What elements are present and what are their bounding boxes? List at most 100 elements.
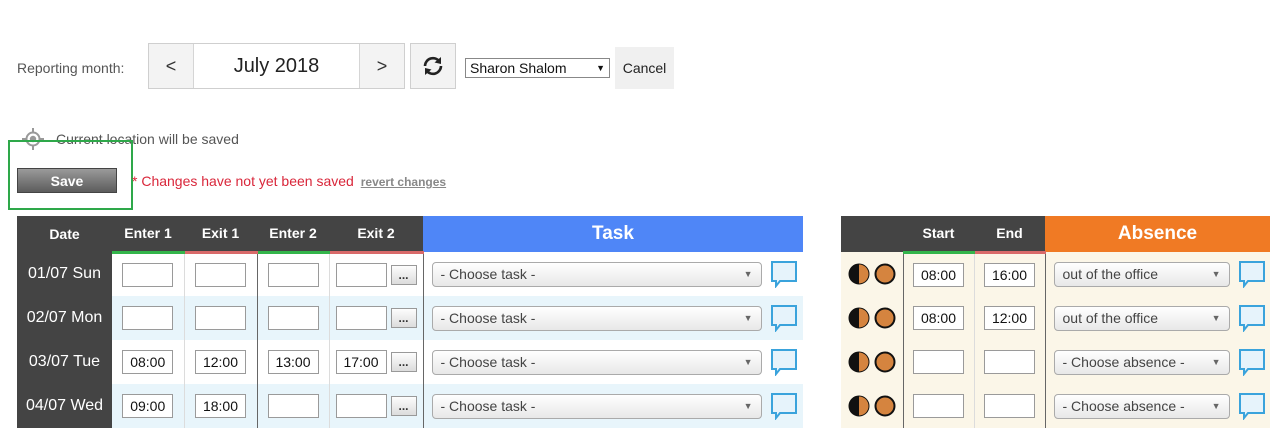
exit1-input[interactable] (195, 306, 246, 330)
half-day-icon[interactable] (848, 263, 870, 285)
unsaved-notice: * Changes have not yet been saved revert… (132, 173, 446, 189)
exit2-input[interactable] (335, 394, 387, 418)
more-button[interactable]: ... (390, 396, 417, 416)
full-day-icon[interactable] (874, 351, 896, 373)
enter1-input[interactable] (122, 306, 174, 330)
prev-month-button[interactable]: < (149, 44, 194, 88)
more-button[interactable]: ... (390, 308, 417, 328)
col-task: Task (423, 216, 803, 252)
absence-select[interactable]: out of the office ▼ (1053, 261, 1230, 287)
unsaved-text: * Changes have not yet been saved (132, 173, 354, 189)
col-date: Date (17, 216, 112, 252)
half-day-icon[interactable] (848, 395, 870, 417)
absence-start-input[interactable]: 08:00 (913, 262, 964, 287)
half-day-icon[interactable] (848, 351, 870, 373)
month-navigator: < July 2018 > (148, 43, 405, 89)
refresh-button[interactable] (410, 43, 456, 89)
comment-icon[interactable] (1238, 304, 1266, 332)
col-icons (841, 216, 903, 252)
exit2-input[interactable]: 17:00 (335, 350, 387, 374)
enter2-input[interactable] (267, 306, 319, 330)
enter1-input[interactable]: 09:00 (122, 394, 174, 418)
reporting-month-label: Reporting month: (17, 60, 125, 76)
task-select-value: - Choose task - (440, 398, 536, 414)
chevron-down-icon: ▼ (1211, 269, 1221, 279)
comment-icon[interactable] (1238, 260, 1266, 288)
comment-icon[interactable] (770, 348, 798, 376)
exit1-input[interactable]: 18:00 (195, 394, 246, 418)
task-select[interactable]: - Choose task - ▼ (431, 261, 762, 287)
chevron-down-icon: ▼ (743, 269, 753, 279)
enter2-input[interactable]: 13:00 (267, 350, 319, 374)
absence-end-input[interactable]: 12:00 (984, 306, 1035, 330)
exit2-input[interactable] (335, 262, 387, 287)
exit2-input[interactable] (335, 306, 387, 330)
chevron-down-icon: ▼ (1211, 357, 1221, 367)
table-header-row: Date Enter 1 Exit 1 Enter 2 Exit 2 Task (17, 216, 803, 254)
task-select[interactable]: - Choose task - ▼ (431, 393, 762, 419)
chevron-down-icon: ▼ (743, 313, 753, 323)
table-row: - Choose absence - ▼ (841, 340, 1270, 384)
absence-select-value: out of the office (1062, 266, 1158, 282)
col-enter2: Enter 2 (257, 216, 329, 254)
col-start: Start (903, 216, 974, 254)
comment-icon[interactable] (1238, 392, 1266, 420)
table-row: 03/07 Tue 08:00 12:00 13:00 17:00... - C… (17, 340, 803, 384)
half-day-icon[interactable] (848, 307, 870, 329)
table-row: 04/07 Wed 09:00 18:00 ... - Choose task … (17, 384, 803, 428)
enter2-input[interactable] (267, 394, 319, 418)
table-row: 02/07 Mon ... - Choose task - ▼ (17, 296, 803, 340)
absence-select[interactable]: out of the office ▼ (1053, 305, 1230, 331)
table-row: 08:00 16:00 out of the office ▼ (841, 252, 1270, 296)
full-day-icon[interactable] (874, 395, 896, 417)
absence-start-input[interactable] (913, 394, 964, 418)
chevron-down-icon: ▼ (743, 357, 753, 367)
enter2-input[interactable] (267, 262, 319, 287)
absence-select[interactable]: - Choose absence - ▼ (1053, 393, 1230, 419)
revert-changes-link[interactable]: revert changes (361, 175, 446, 189)
next-month-button[interactable]: > (359, 44, 404, 88)
col-absence: Absence (1045, 216, 1270, 252)
absence-table: Start End Absence 08:00 16:00 out of the… (841, 216, 1270, 428)
absence-select-value: out of the office (1062, 310, 1158, 326)
absence-end-input[interactable] (984, 350, 1035, 374)
col-exit2: Exit 2 (329, 216, 423, 254)
col-end: End (974, 216, 1045, 254)
task-select-value: - Choose task - (440, 310, 536, 326)
enter1-input[interactable]: 08:00 (122, 350, 174, 374)
row-date: 01/07 Sun (17, 252, 112, 296)
full-day-icon[interactable] (874, 307, 896, 329)
time-entry-table: Date Enter 1 Exit 1 Enter 2 Exit 2 Task … (17, 216, 803, 428)
exit1-input[interactable]: 12:00 (195, 350, 246, 374)
table-row: 01/07 Sun ... - Choose task - ▼ (17, 252, 803, 296)
chevron-down-icon: ▼ (1211, 401, 1221, 411)
enter1-input[interactable] (122, 262, 174, 287)
full-day-icon[interactable] (874, 263, 896, 285)
user-select-value: Sharon Shalom (470, 60, 567, 76)
cancel-button[interactable]: Cancel (615, 47, 674, 89)
row-date: 03/07 Tue (17, 340, 112, 384)
row-date: 04/07 Wed (17, 384, 112, 428)
comment-icon[interactable] (770, 260, 798, 288)
absence-start-input[interactable] (913, 350, 964, 374)
user-select[interactable]: Sharon Shalom ▼ (465, 58, 610, 78)
table-row: - Choose absence - ▼ (841, 384, 1270, 428)
comment-icon[interactable] (1238, 348, 1266, 376)
save-button[interactable]: Save (17, 168, 117, 193)
col-enter1: Enter 1 (112, 216, 184, 254)
exit1-input[interactable] (195, 262, 246, 287)
comment-icon[interactable] (770, 392, 798, 420)
absence-end-input[interactable]: 16:00 (984, 262, 1035, 287)
absence-select-value: - Choose absence - (1062, 398, 1185, 414)
more-button[interactable]: ... (390, 352, 417, 372)
absence-select[interactable]: - Choose absence - ▼ (1053, 349, 1230, 375)
task-select[interactable]: - Choose task - ▼ (431, 305, 762, 331)
current-month: July 2018 (233, 54, 320, 77)
more-button[interactable]: ... (390, 264, 417, 285)
comment-icon[interactable] (770, 304, 798, 332)
task-select-value: - Choose task - (440, 354, 536, 370)
chevron-down-icon: ▼ (596, 63, 605, 73)
absence-start-input[interactable]: 08:00 (913, 306, 964, 330)
absence-end-input[interactable] (984, 394, 1035, 418)
task-select[interactable]: - Choose task - ▼ (431, 349, 762, 375)
